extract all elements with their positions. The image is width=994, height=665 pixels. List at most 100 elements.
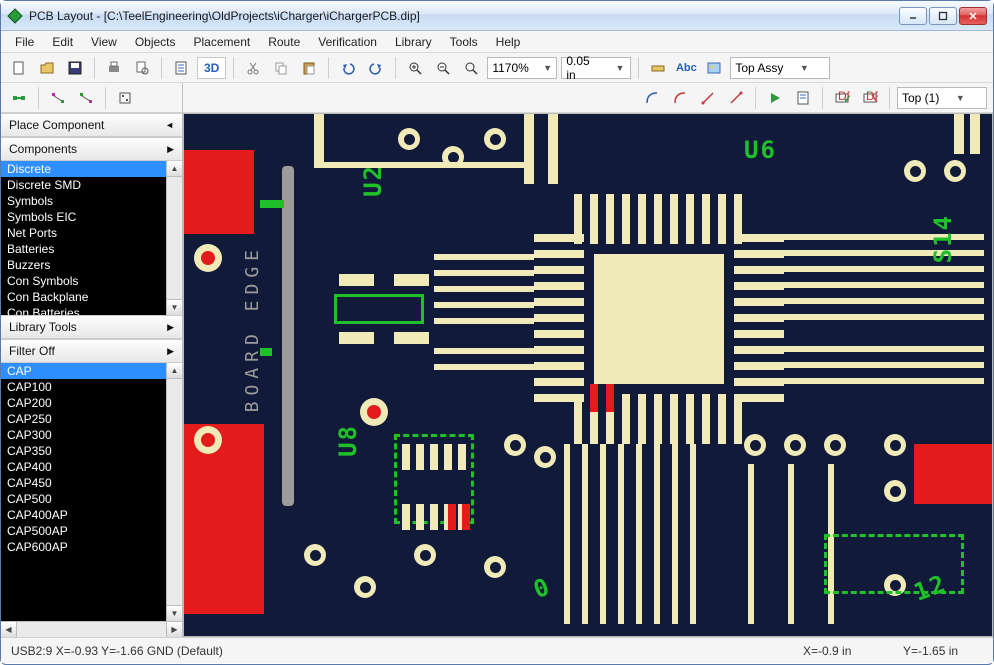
- menu-verification[interactable]: Verification: [310, 33, 385, 51]
- route-tool-2[interactable]: [46, 86, 70, 110]
- board-edge-text: BOARD EDGE: [242, 244, 263, 412]
- toolbar-main: 3D 1170%▼ 0.05 in▼ Abc Top Assy▼: [1, 53, 993, 83]
- part-row[interactable]: CAP500: [1, 491, 182, 507]
- titlebar: PCB Layout - [C:\TeelEngineering\OldProj…: [1, 1, 993, 31]
- scroll-down-icon[interactable]: ▼: [167, 605, 182, 621]
- status-x: X=-0.9 in: [803, 644, 883, 658]
- category-scrollbar[interactable]: ▲▼: [166, 161, 182, 315]
- text-tool-button[interactable]: Abc: [674, 56, 698, 80]
- part-row[interactable]: CAP400AP: [1, 507, 182, 523]
- filter-header[interactable]: Filter Off▶: [1, 339, 182, 363]
- category-row[interactable]: Net Ports: [1, 225, 182, 241]
- preview-button[interactable]: [130, 56, 154, 80]
- arc-tool-4[interactable]: [724, 86, 748, 110]
- route-tool-1[interactable]: [7, 86, 31, 110]
- category-row[interactable]: Con Backplane: [1, 289, 182, 305]
- part-row[interactable]: CAP350: [1, 443, 182, 459]
- place-component-header[interactable]: Place Component◄: [1, 113, 182, 137]
- ref-u2: U2: [359, 164, 387, 197]
- part-hscrollbar[interactable]: ◀▶: [1, 621, 182, 637]
- 3d-button[interactable]: 3D: [197, 57, 226, 79]
- sheet2-button[interactable]: [791, 86, 815, 110]
- category-row[interactable]: Symbols EIC: [1, 209, 182, 225]
- sheet-button[interactable]: [169, 56, 193, 80]
- zoom-extents-button[interactable]: [459, 56, 483, 80]
- save-button[interactable]: [63, 56, 87, 80]
- new-button[interactable]: [7, 56, 31, 80]
- scroll-right-icon[interactable]: ▶: [166, 622, 182, 637]
- routing-toolbar: DRC DRC Top (1)▼: [183, 83, 993, 113]
- part-row[interactable]: CAP: [1, 363, 182, 379]
- menu-placement[interactable]: Placement: [186, 33, 259, 51]
- drc-button[interactable]: DRC: [830, 86, 854, 110]
- category-row[interactable]: Discrete: [1, 161, 182, 177]
- ref-s14: S14: [929, 214, 957, 263]
- components-header[interactable]: Components▶: [1, 137, 182, 161]
- ref-u8: U8: [334, 424, 362, 457]
- category-row[interactable]: Batteries: [1, 241, 182, 257]
- zoom-in-button[interactable]: [403, 56, 427, 80]
- part-row[interactable]: CAP450: [1, 475, 182, 491]
- open-button[interactable]: [35, 56, 59, 80]
- close-button[interactable]: [959, 7, 987, 25]
- category-row[interactable]: Buzzers: [1, 257, 182, 273]
- minimize-button[interactable]: [899, 7, 927, 25]
- menu-help[interactable]: Help: [488, 33, 529, 51]
- pattern-button[interactable]: [113, 86, 137, 110]
- paste-button[interactable]: [297, 56, 321, 80]
- route-tool-3[interactable]: [74, 86, 98, 110]
- run-button[interactable]: [763, 86, 787, 110]
- redo-button[interactable]: [364, 56, 388, 80]
- pcb-canvas[interactable]: BOARD EDGE U2 U6: [183, 113, 993, 637]
- zoom-dropdown[interactable]: 1170%▼: [487, 57, 557, 79]
- part-row[interactable]: CAP200: [1, 395, 182, 411]
- category-row[interactable]: Con Batteries: [1, 305, 182, 315]
- ref-u6: U6: [744, 136, 777, 164]
- scroll-down-icon[interactable]: ▼: [167, 299, 182, 315]
- menu-library[interactable]: Library: [387, 33, 440, 51]
- menu-file[interactable]: File: [7, 33, 42, 51]
- print-button[interactable]: [102, 56, 126, 80]
- scroll-up-icon[interactable]: ▲: [167, 363, 182, 379]
- copy-button[interactable]: [269, 56, 293, 80]
- category-row[interactable]: Discrete SMD: [1, 177, 182, 193]
- arc-tool-2[interactable]: [668, 86, 692, 110]
- component-panel: Place Component◄ Components▶ DiscreteDis…: [1, 83, 183, 637]
- grid-dropdown[interactable]: 0.05 in▼: [561, 57, 631, 79]
- drc-off-button[interactable]: DRC: [858, 86, 882, 110]
- status-left: USB2:9 X=-0.93 Y=-1.66 GND (Default): [11, 644, 223, 658]
- menu-objects[interactable]: Objects: [127, 33, 184, 51]
- part-row[interactable]: CAP250: [1, 411, 182, 427]
- app-icon: [7, 8, 23, 24]
- maximize-button[interactable]: [929, 7, 957, 25]
- part-row[interactable]: CAP400: [1, 459, 182, 475]
- part-row[interactable]: CAP300: [1, 427, 182, 443]
- scroll-up-icon[interactable]: ▲: [167, 161, 182, 177]
- part-row[interactable]: CAP500AP: [1, 523, 182, 539]
- category-list[interactable]: DiscreteDiscrete SMDSymbolsSymbols EICNe…: [1, 161, 182, 315]
- image-tool-button[interactable]: [702, 56, 726, 80]
- ruler-button[interactable]: [646, 56, 670, 80]
- active-layer-dropdown[interactable]: Top (1)▼: [897, 87, 987, 109]
- ref-u10: 0: [530, 572, 555, 604]
- menu-tools[interactable]: Tools: [442, 33, 486, 51]
- zoom-out-button[interactable]: [431, 56, 455, 80]
- layer-dropdown[interactable]: Top Assy▼: [730, 57, 830, 79]
- part-scrollbar[interactable]: ▲▼: [166, 363, 182, 621]
- menu-edit[interactable]: Edit: [44, 33, 81, 51]
- part-row[interactable]: CAP100: [1, 379, 182, 395]
- part-row[interactable]: CAP600AP: [1, 539, 182, 555]
- part-list[interactable]: CAPCAP100CAP200CAP250CAP300CAP350CAP400C…: [1, 363, 182, 621]
- menubar: FileEditViewObjectsPlacementRouteVerific…: [1, 31, 993, 53]
- arc-tool-3[interactable]: [696, 86, 720, 110]
- window-title: PCB Layout - [C:\TeelEngineering\OldProj…: [29, 9, 899, 23]
- menu-view[interactable]: View: [83, 33, 125, 51]
- cut-button[interactable]: [241, 56, 265, 80]
- undo-button[interactable]: [336, 56, 360, 80]
- scroll-left-icon[interactable]: ◀: [1, 622, 17, 637]
- category-row[interactable]: Symbols: [1, 193, 182, 209]
- menu-route[interactable]: Route: [260, 33, 308, 51]
- arc-tool-1[interactable]: [640, 86, 664, 110]
- category-row[interactable]: Con Symbols: [1, 273, 182, 289]
- library-tools-header[interactable]: Library Tools▶: [1, 315, 182, 339]
